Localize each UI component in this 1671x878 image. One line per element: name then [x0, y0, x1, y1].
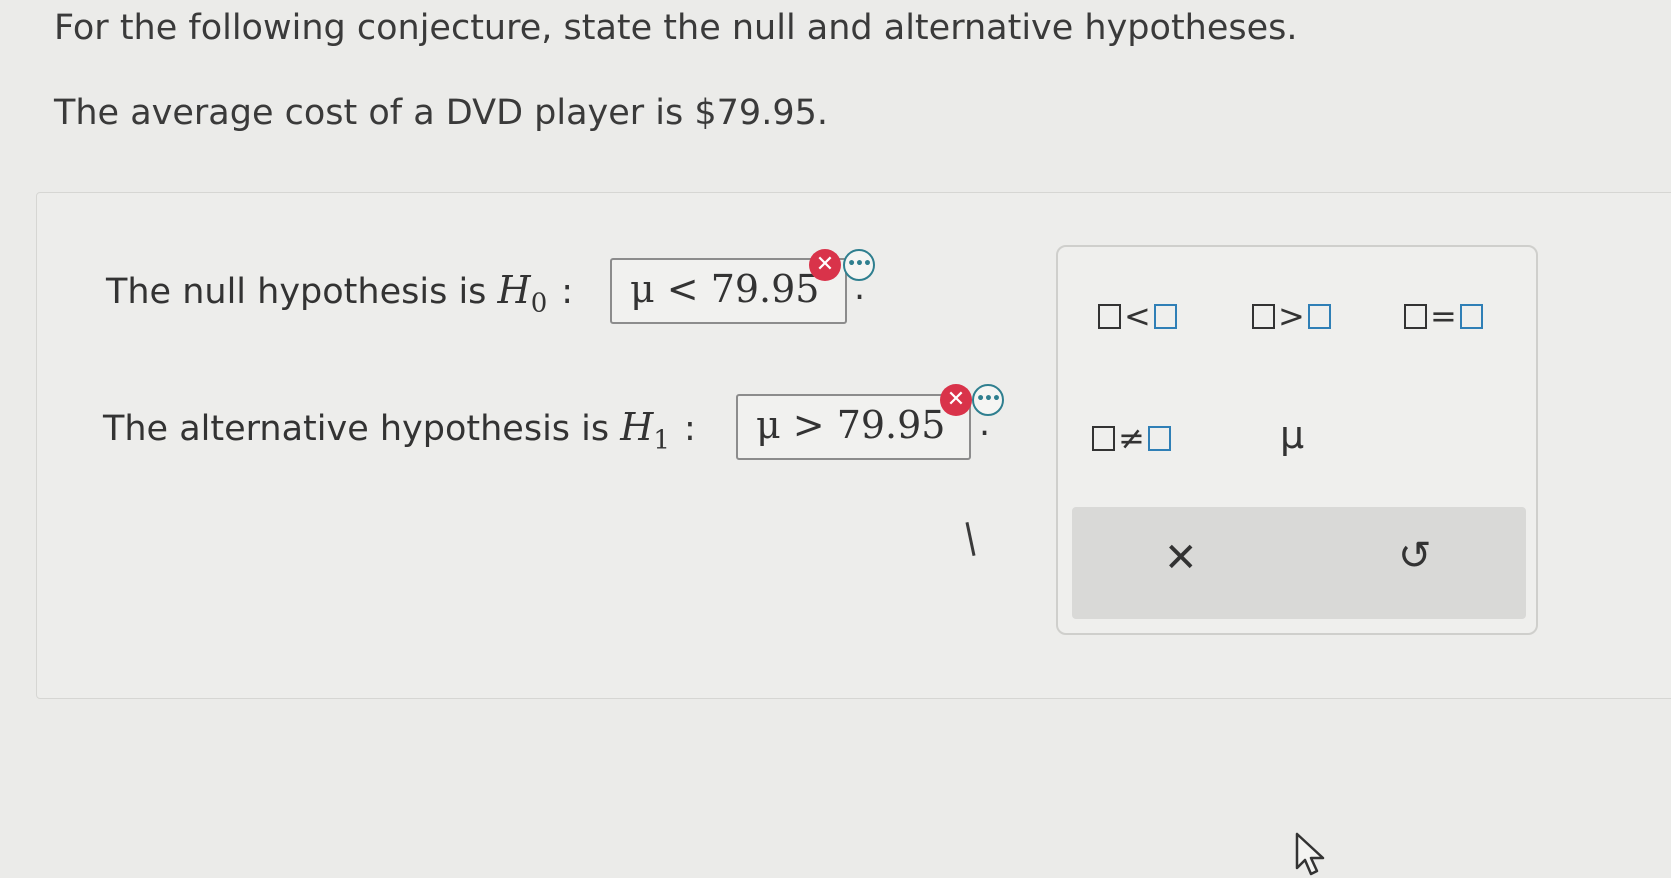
alt-hypothesis-label: The alternative hypothesis is — [103, 409, 610, 449]
greater-than-template-button[interactable]: > — [1252, 297, 1331, 335]
less-than-template-button[interactable]: < — [1098, 297, 1177, 335]
math-palette: < > = ≠ μ ✕ ↺ — [1056, 245, 1538, 635]
more-options-icon[interactable]: ••• — [843, 249, 875, 281]
h0-symbol: H0 — [497, 268, 548, 319]
clear-icon[interactable]: ✕ — [1164, 535, 1198, 581]
error-x-icon: ✕ — [940, 384, 972, 416]
h1-colon: : — [683, 409, 696, 449]
conjecture-text: The average cost of a DVD player is $79.… — [54, 93, 828, 133]
equals-template-button[interactable]: = — [1404, 297, 1483, 335]
null-hypothesis-line: The null hypothesis is H0: — [106, 268, 587, 319]
mouse-pointer-icon — [1295, 832, 1325, 876]
null-hypothesis-label: The null hypothesis is — [106, 272, 487, 312]
alt-hypothesis-line: The alternative hypothesis is H1: — [103, 405, 710, 456]
question-prompt: For the following conjecture, state the … — [54, 8, 1298, 48]
h0-colon: : — [561, 272, 574, 312]
h1-symbol: H1 — [620, 405, 670, 456]
palette-actions: ✕ ↺ — [1072, 507, 1526, 619]
alt-hypothesis-input[interactable]: μ > 79.95 — [736, 394, 971, 460]
more-options-icon[interactable]: ••• — [972, 384, 1004, 416]
undo-icon[interactable]: ↺ — [1398, 533, 1432, 579]
mu-symbol-button[interactable]: μ — [1280, 413, 1304, 457]
not-equal-template-button[interactable]: ≠ — [1092, 419, 1171, 457]
error-x-icon: ✕ — [809, 249, 841, 281]
